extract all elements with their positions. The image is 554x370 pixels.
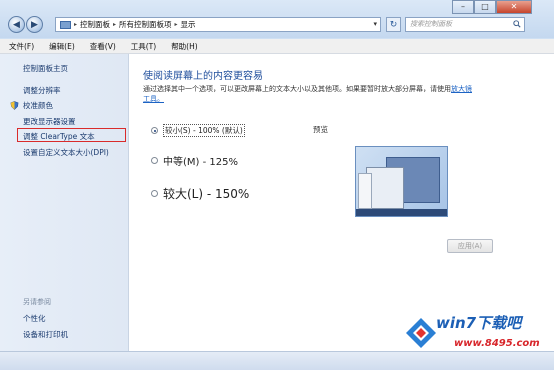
menu-view[interactable]: 查看(V) bbox=[90, 41, 116, 52]
window-controls: – □ ✕ bbox=[452, 0, 532, 14]
sidebar-item-calibrate-color[interactable]: 校准颜色 bbox=[10, 100, 53, 111]
radio-button[interactable] bbox=[151, 190, 158, 197]
sidebar-item-label: 校准颜色 bbox=[23, 101, 53, 110]
magnifier-link[interactable]: 放大镜 bbox=[451, 85, 472, 93]
watermark-logo-icon bbox=[406, 318, 436, 348]
forward-button[interactable]: ▶ bbox=[26, 16, 43, 33]
menu-file[interactable]: 文件(F) bbox=[9, 41, 34, 52]
radio-button[interactable] bbox=[151, 127, 158, 134]
sidebar: 控制面板主页 调整分辨率 校准颜色 更改显示器设置 调整 ClearType 文… bbox=[0, 54, 129, 351]
sidebar-item-cleartype[interactable]: 调整 ClearType 文本 bbox=[23, 131, 95, 142]
chevron-down-icon[interactable]: ▾ bbox=[373, 20, 377, 28]
breadcrumb-item[interactable]: 显示 bbox=[181, 19, 196, 30]
description-text: 通过选择其中一个选项，可以更改屏幕上的文本大小以及其他项。如果要暂时放大部分屏幕… bbox=[143, 85, 451, 93]
radio-option-medium[interactable]: 中等(M) - 125% bbox=[151, 153, 238, 168]
radio-option-large[interactable]: 较大(L) - 150% bbox=[151, 185, 249, 202]
breadcrumb-separator-icon: ▸ bbox=[174, 21, 178, 28]
breadcrumb-separator-icon: ▸ bbox=[113, 21, 117, 28]
menu-edit[interactable]: 编辑(E) bbox=[49, 41, 75, 52]
watermark: win7下载吧 www.8495.com bbox=[402, 308, 552, 366]
maximize-button[interactable]: □ bbox=[474, 0, 496, 14]
apply-button[interactable]: 应用(A) bbox=[447, 239, 493, 253]
watermark-text: win7下载吧 bbox=[436, 314, 522, 332]
refresh-icon: ↻ bbox=[389, 19, 398, 30]
see-also-title: 另请参阅 bbox=[23, 298, 51, 306]
folder-icon bbox=[60, 20, 71, 29]
back-button[interactable]: ◀ bbox=[8, 16, 25, 33]
title-bar: – □ ✕ ◀ ▶ ▸ 控制面板 ▸ 所有控制面板项 ▸ 显示 ▾ ↻ 搜索控制… bbox=[0, 0, 554, 38]
breadcrumb-item[interactable]: 控制面板 bbox=[80, 19, 110, 30]
radio-button[interactable] bbox=[151, 157, 158, 164]
radio-label: 较大(L) - 150% bbox=[163, 187, 250, 201]
radio-label: 较小(S) - 100% (默认) bbox=[163, 124, 245, 137]
page-title: 使阅读屏幕上的内容更容易 bbox=[143, 71, 263, 82]
search-icon bbox=[513, 20, 521, 28]
breadcrumb-item[interactable]: 所有控制面板项 bbox=[119, 19, 172, 30]
menu-help[interactable]: 帮助(H) bbox=[171, 41, 198, 52]
preview-taskbar bbox=[356, 209, 447, 216]
radio-label: 中等(M) - 125% bbox=[163, 157, 238, 168]
main-pane: 使阅读屏幕上的内容更容易 通过选择其中一个选项，可以更改屏幕上的文本大小以及其他… bbox=[129, 54, 554, 351]
minimize-button[interactable]: – bbox=[452, 0, 474, 14]
menu-tools[interactable]: 工具(T) bbox=[131, 41, 156, 52]
address-bar[interactable]: ▸ 控制面板 ▸ 所有控制面板项 ▸ 显示 ▾ bbox=[55, 17, 381, 32]
search-input[interactable]: 搜索控制面板 bbox=[405, 17, 525, 32]
shield-icon bbox=[10, 101, 19, 110]
breadcrumb-separator-icon: ▸ bbox=[74, 21, 78, 28]
description-suffix: 工具。 bbox=[143, 95, 164, 103]
search-placeholder: 搜索控制面板 bbox=[410, 20, 452, 28]
page-description: 通过选择其中一个选项，可以更改屏幕上的文本大小以及其他项。如果要暂时放大部分屏幕… bbox=[143, 84, 472, 94]
back-arrow-icon: ◀ bbox=[13, 19, 20, 30]
control-panel-window: – □ ✕ ◀ ▶ ▸ 控制面板 ▸ 所有控制面板项 ▸ 显示 ▾ ↻ 搜索控制… bbox=[0, 0, 554, 370]
watermark-url: www.8495.com bbox=[454, 338, 540, 349]
sidebar-item-home[interactable]: 控制面板主页 bbox=[23, 63, 68, 74]
preview-image bbox=[355, 146, 448, 217]
menu-bar: 文件(F) 编辑(E) 查看(V) 工具(T) 帮助(H) bbox=[0, 39, 554, 54]
close-button[interactable]: ✕ bbox=[496, 0, 532, 14]
preview-start-menu bbox=[358, 173, 372, 209]
radio-option-small[interactable]: 较小(S) - 100% (默认) bbox=[151, 124, 245, 137]
sidebar-item-custom-dpi[interactable]: 设置自定义文本大小(DPI) bbox=[23, 147, 109, 158]
sidebar-item-resolution[interactable]: 调整分辨率 bbox=[23, 85, 61, 96]
forward-arrow-icon: ▶ bbox=[31, 19, 38, 30]
preview-label: 预览 bbox=[313, 125, 328, 134]
sidebar-item-display-settings[interactable]: 更改显示器设置 bbox=[23, 116, 76, 127]
refresh-button[interactable]: ↻ bbox=[386, 17, 401, 32]
sidebar-item-personalization[interactable]: 个性化 bbox=[23, 313, 46, 324]
sidebar-item-devices-printers[interactable]: 设备和打印机 bbox=[23, 329, 68, 340]
